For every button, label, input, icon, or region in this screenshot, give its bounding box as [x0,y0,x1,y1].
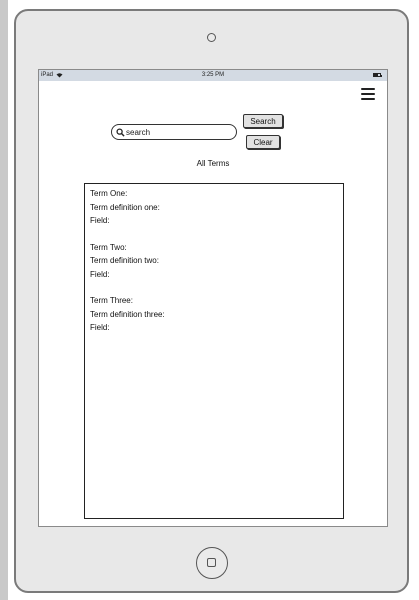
status-time: 3:25 PM [201,72,225,78]
ipad-device-frame: iPad 3:25 PM Search Clear All Terms [14,9,409,593]
left-edge-strip [0,0,8,600]
term-field: Field: [90,216,110,225]
term-field: Field: [90,269,110,279]
term-definition: Term definition three: [90,309,165,319]
home-button-icon [207,558,216,567]
search-input[interactable] [125,126,226,138]
search-button[interactable]: Search [243,114,283,128]
hamburger-menu-icon[interactable] [361,88,375,100]
clear-button[interactable]: Clear [246,135,280,149]
battery-icon [373,73,382,77]
term-definition: Term definition two: [90,256,159,265]
device-screen: iPad 3:25 PM Search Clear All Terms [38,69,388,527]
term-name: Term Two: [90,242,127,252]
term-definition: Term definition one: [90,202,160,212]
camera-icon [207,33,216,42]
home-button[interactable] [196,547,228,579]
all-terms-heading: All Terms [196,159,230,168]
terms-list: Term One: Term definition one: Field: Te… [84,183,344,519]
term-name: Term One: [90,189,128,198]
term-entry: Term One: Term definition one: Field: [90,187,338,228]
term-entry: Term Three: Term definition three: Field… [90,294,338,335]
search-box[interactable] [111,124,237,140]
term-field: Field: [90,323,110,332]
search-icon [116,127,125,137]
term-name: Term Three: [90,296,133,305]
status-bar: iPad 3:25 PM [39,70,387,81]
term-entry: Term Two: Term definition two: Field: [90,241,338,282]
